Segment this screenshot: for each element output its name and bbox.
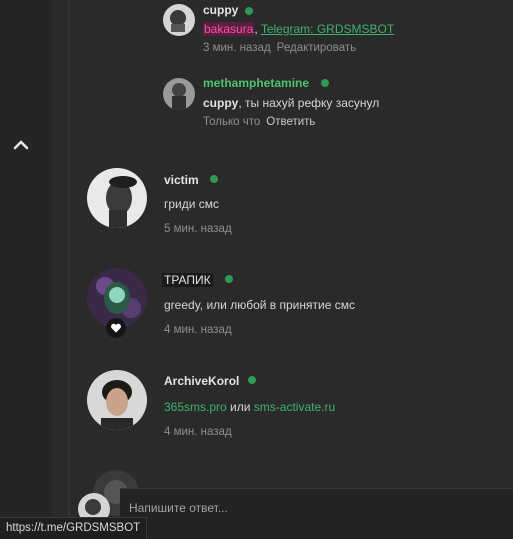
avatar-cuppy[interactable]	[163, 4, 195, 36]
mention-cuppy[interactable]: cuppy	[203, 96, 238, 110]
thread-line	[68, 0, 70, 538]
username-victim[interactable]: victim	[164, 173, 199, 187]
avatar-image	[163, 4, 195, 36]
connector: или	[226, 400, 254, 414]
comment-text-methamphetamine: cuppy, ты нахуй рефку засунул	[203, 96, 379, 110]
meta-methamphetamine: Только что Ответить	[203, 116, 315, 128]
avatar-image	[163, 78, 195, 110]
username-cuppy[interactable]: cuppy	[203, 3, 238, 17]
timestamp: 3 мин. назад	[203, 42, 271, 54]
heart-icon	[111, 323, 121, 333]
avatar-image	[87, 168, 147, 228]
telegram-link[interactable]: Telegram: GRDSMSBOT	[261, 22, 394, 36]
timestamp: 4 мин. назад	[164, 426, 232, 438]
online-indicator	[248, 376, 256, 384]
meta-trapik: 4 мин. назад	[164, 324, 232, 336]
scroll-to-top-icon[interactable]	[12, 137, 30, 151]
online-indicator	[225, 275, 233, 283]
username-archivekorol[interactable]: ArchiveKorol	[164, 374, 239, 388]
edit-button[interactable]: Редактировать	[277, 42, 356, 54]
meta-archivekorol: 4 мин. назад	[164, 426, 232, 438]
timestamp: Только что	[203, 116, 261, 128]
comment-text-trapik: greedy, или любой в принятие смс	[164, 298, 355, 312]
favorite-badge	[106, 318, 126, 338]
mention-bakasura[interactable]: bakasura	[203, 22, 255, 36]
left-rail	[0, 0, 52, 538]
avatar-image	[87, 370, 147, 430]
reply-button[interactable]: Ответить	[266, 116, 315, 128]
status-bar-url: https://t.me/GRDSMSBOT	[0, 517, 148, 539]
username-trapik[interactable]: ТРАПИК	[162, 273, 213, 287]
avatar-archivekorol[interactable]	[87, 370, 147, 430]
timestamp: 5 мин. назад	[164, 223, 232, 235]
username-methamphetamine[interactable]: methamphetamine	[203, 76, 309, 90]
avatar-methamphetamine[interactable]	[163, 78, 195, 110]
online-indicator	[210, 175, 218, 183]
comment-text-cuppy: bakasura, Telegram: GRDSMSBOT	[203, 22, 394, 36]
link-365sms[interactable]: 365sms.pro	[164, 400, 227, 414]
reply-input[interactable]: Напишите ответ...	[129, 501, 228, 515]
avatar-victim[interactable]	[87, 168, 147, 228]
comment-text-victim: гриди смс	[164, 197, 220, 211]
message-text: , ты нахуй рефку засунул	[238, 96, 380, 110]
link-sms-activate[interactable]: sms-activate.ru	[254, 400, 335, 414]
meta-victim: 5 мин. назад	[164, 223, 232, 235]
comment-text-archivekorol: 365sms.pro или sms-activate.ru	[164, 400, 335, 414]
online-indicator	[245, 7, 253, 15]
reply-box[interactable]: Напишите ответ...	[120, 488, 513, 539]
online-indicator	[321, 79, 329, 87]
timestamp: 4 мин. назад	[164, 324, 232, 336]
meta-cuppy: 3 мин. назад Редактировать	[203, 42, 356, 54]
